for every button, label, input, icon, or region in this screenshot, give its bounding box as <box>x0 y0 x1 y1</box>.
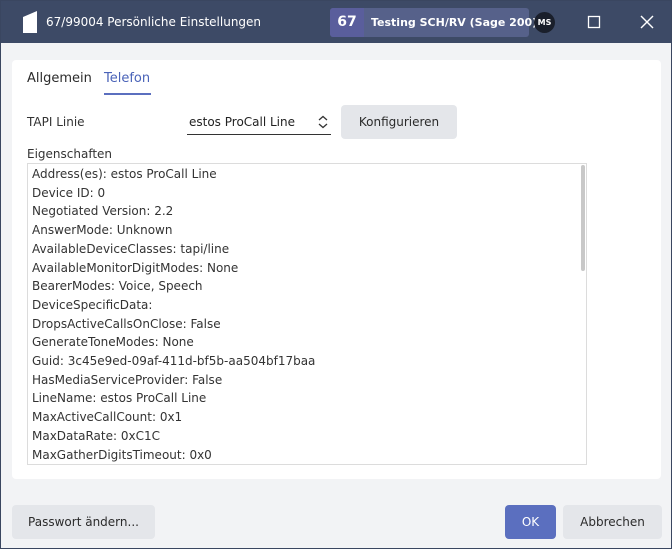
list-item: Device ID: 0 <box>32 185 106 200</box>
maximize-icon <box>587 15 601 29</box>
list-item: GenerateToneModes: None <box>32 335 194 350</box>
change-password-button[interactable]: Passwort ändern... <box>12 505 155 539</box>
tapi-line-value: estos ProCall Line <box>189 115 296 129</box>
tapi-line-label: TAPI Linie <box>27 115 85 129</box>
maximize-button[interactable] <box>581 9 607 35</box>
user-avatar[interactable]: MS <box>534 12 555 33</box>
properties-list-box[interactable]: Address(es): estos ProCall Line Device I… <box>27 163 587 465</box>
list-item: AvailableDeviceClasses: tapi/line <box>32 241 230 256</box>
tapi-line-select[interactable]: estos ProCall Line <box>187 110 331 135</box>
list-item: LineName: estos ProCall Line <box>32 391 207 406</box>
list-item: MaxDataRate: 0xC1C <box>32 428 160 443</box>
list-item: AnswerMode: Unknown <box>32 223 173 238</box>
window-title: 67/99004 Persönliche Einstellungen <box>46 15 262 29</box>
list-item: HasMediaServiceProvider: False <box>32 372 223 387</box>
close-icon <box>640 15 654 29</box>
list-item: MaxGatherDigitsTimeout: 0x0 <box>32 447 212 462</box>
settings-panel: Allgemein Telefon TAPI Linie estos ProCa… <box>12 60 661 479</box>
properties-label: Eigenschaften <box>27 147 113 161</box>
tenant-number: 67 <box>330 8 364 37</box>
list-item: AvailableMonitorDigitModes: None <box>32 260 239 275</box>
title-bar[interactable]: 67/99004 Persönliche Einstellungen 67 Te… <box>1 1 671 43</box>
configure-button[interactable]: Konfigurieren <box>341 105 457 139</box>
list-item: DropsActiveCallsOnClose: False <box>32 316 221 331</box>
tab-phone[interactable]: Telefon <box>104 71 150 86</box>
list-item: MaxActiveCallCount: 0x1 <box>32 410 183 425</box>
list-item: Guid: 3c45e9ed-09af-411d-bf5b-aa504bf17b… <box>32 354 316 369</box>
ok-button[interactable]: OK <box>505 505 556 539</box>
chevron-up-down-icon <box>318 115 328 129</box>
tenant-name: Testing SCH/RV (Sage 200) <box>371 16 538 29</box>
settings-window: 67/99004 Persönliche Einstellungen 67 Te… <box>0 0 672 549</box>
cancel-button[interactable]: Abbrechen <box>563 505 662 539</box>
list-item: Negotiated Version: 2.2 <box>32 204 174 219</box>
app-logo-icon <box>23 11 37 33</box>
list-item: DeviceSpecificData: <box>32 297 153 312</box>
tab-general[interactable]: Allgemein <box>27 71 92 86</box>
active-tab-indicator <box>104 93 151 95</box>
list-item: Address(es): estos ProCall Line <box>32 167 217 181</box>
list-item: BearerModes: Voice, Speech <box>32 279 203 294</box>
close-button[interactable] <box>634 9 660 35</box>
properties-list: Address(es): estos ProCall Line Device I… <box>32 165 315 464</box>
tenant-badge[interactable]: 67 Testing SCH/RV (Sage 200) <box>330 8 537 37</box>
vertical-scrollbar[interactable] <box>581 165 585 271</box>
